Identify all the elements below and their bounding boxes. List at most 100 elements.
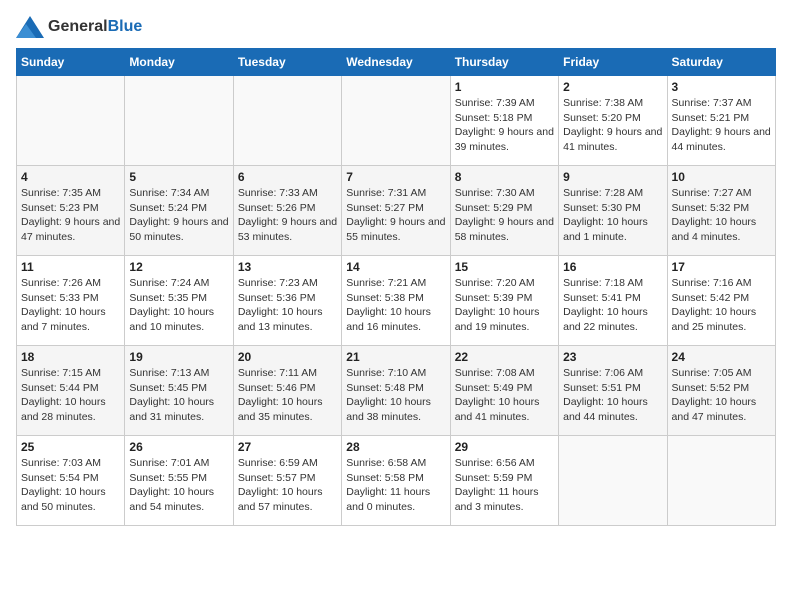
calendar-cell: 27 Sunrise: 6:59 AM Sunset: 5:57 PM Dayli… <box>233 436 341 526</box>
day-number: 5 <box>129 170 228 184</box>
calendar-cell: 29 Sunrise: 6:56 AM Sunset: 5:59 PM Dayli… <box>450 436 558 526</box>
day-info: Sunrise: 7:23 AM Sunset: 5:36 PM Dayligh… <box>238 276 337 335</box>
day-info: Sunrise: 7:13 AM Sunset: 5:45 PM Dayligh… <box>129 366 228 425</box>
calendar-cell <box>559 436 667 526</box>
day-number: 25 <box>21 440 120 454</box>
day-number: 2 <box>563 80 662 94</box>
calendar-cell: 6Sunrise: 7:33 AM Sunset: 5:26 PM Daylig… <box>233 166 341 256</box>
day-info: Sunrise: 7:08 AM Sunset: 5:49 PM Dayligh… <box>455 366 554 425</box>
day-number: 18 <box>21 350 120 364</box>
day-number: 13 <box>238 260 337 274</box>
day-info: Sunrise: 7:39 AM Sunset: 5:18 PM Dayligh… <box>455 96 554 155</box>
day-info: Sunrise: 7:05 AM Sunset: 5:52 PM Dayligh… <box>672 366 771 425</box>
day-number: 16 <box>563 260 662 274</box>
calendar-cell: 4 Sunrise: 7:35 AM Sunset: 5:23 PM Daylig… <box>17 166 125 256</box>
calendar-cell: 22 Sunrise: 7:08 AM Sunset: 5:49 PM Dayli… <box>450 346 558 436</box>
day-number: 4 <box>21 170 120 184</box>
calendar-week-row: 18 Sunrise: 7:15 AM Sunset: 5:44 PM Dayli… <box>17 346 776 436</box>
day-number: 12 <box>129 260 228 274</box>
day-info: Sunrise: 7:26 AM Sunset: 5:33 PM Dayligh… <box>21 276 120 335</box>
calendar-week-row: 11 Sunrise: 7:26 AM Sunset: 5:33 PM Dayli… <box>17 256 776 346</box>
calendar-cell: 24 Sunrise: 7:05 AM Sunset: 5:52 PM Dayli… <box>667 346 775 436</box>
weekday-header: Sunday <box>17 49 125 76</box>
day-number: 22 <box>455 350 554 364</box>
day-number: 28 <box>346 440 445 454</box>
day-number: 10 <box>672 170 771 184</box>
day-number: 3 <box>672 80 771 94</box>
calendar-cell: 13 Sunrise: 7:23 AM Sunset: 5:36 PM Dayli… <box>233 256 341 346</box>
calendar-cell: 20 Sunrise: 7:11 AM Sunset: 5:46 PM Dayli… <box>233 346 341 436</box>
day-info: Sunrise: 7:06 AM Sunset: 5:51 PM Dayligh… <box>563 366 662 425</box>
weekday-header: Monday <box>125 49 233 76</box>
logo-general: General <box>48 18 108 35</box>
day-info: Sunrise: 7:31 AM Sunset: 5:27 PM Dayligh… <box>346 186 445 245</box>
calendar-cell: 23 Sunrise: 7:06 AM Sunset: 5:51 PM Dayli… <box>559 346 667 436</box>
day-info: Sunrise: 7:11 AM Sunset: 5:46 PM Dayligh… <box>238 366 337 425</box>
calendar-cell: 21Sunrise: 7:10 AM Sunset: 5:48 PM Dayli… <box>342 346 450 436</box>
weekday-header: Tuesday <box>233 49 341 76</box>
logo-blue: Blue <box>108 18 143 35</box>
calendar-cell: 26 Sunrise: 7:01 AM Sunset: 5:55 PM Dayli… <box>125 436 233 526</box>
logo-icon <box>16 16 44 38</box>
day-info: Sunrise: 7:37 AM Sunset: 5:21 PM Dayligh… <box>672 96 771 155</box>
calendar-cell: 7 Sunrise: 7:31 AM Sunset: 5:27 PM Daylig… <box>342 166 450 256</box>
day-number: 1 <box>455 80 554 94</box>
calendar-cell <box>667 436 775 526</box>
calendar-cell: 12Sunrise: 7:24 AM Sunset: 5:35 PM Dayli… <box>125 256 233 346</box>
day-number: 27 <box>238 440 337 454</box>
calendar-cell: 18 Sunrise: 7:15 AM Sunset: 5:44 PM Dayli… <box>17 346 125 436</box>
day-number: 8 <box>455 170 554 184</box>
day-number: 11 <box>21 260 120 274</box>
day-info: Sunrise: 7:03 AM Sunset: 5:54 PM Dayligh… <box>21 456 120 515</box>
day-number: 29 <box>455 440 554 454</box>
day-info: Sunrise: 7:30 AM Sunset: 5:29 PM Dayligh… <box>455 186 554 245</box>
day-number: 21 <box>346 350 445 364</box>
calendar-cell <box>233 76 341 166</box>
weekday-header: Wednesday <box>342 49 450 76</box>
day-info: Sunrise: 7:34 AM Sunset: 5:24 PM Dayligh… <box>129 186 228 245</box>
day-number: 17 <box>672 260 771 274</box>
calendar-cell <box>342 76 450 166</box>
calendar-cell: 17 Sunrise: 7:16 AM Sunset: 5:42 PM Dayli… <box>667 256 775 346</box>
day-info: Sunrise: 6:56 AM Sunset: 5:59 PM Dayligh… <box>455 456 554 515</box>
calendar-cell <box>125 76 233 166</box>
day-info: Sunrise: 7:21 AM Sunset: 5:38 PM Dayligh… <box>346 276 445 335</box>
calendar-cell: 3 Sunrise: 7:37 AM Sunset: 5:21 PM Daylig… <box>667 76 775 166</box>
calendar-cell: 19 Sunrise: 7:13 AM Sunset: 5:45 PM Dayli… <box>125 346 233 436</box>
day-number: 19 <box>129 350 228 364</box>
day-number: 7 <box>346 170 445 184</box>
calendar-cell: 10 Sunrise: 7:27 AM Sunset: 5:32 PM Dayli… <box>667 166 775 256</box>
weekday-header-row: SundayMondayTuesdayWednesdayThursdayFrid… <box>17 49 776 76</box>
calendar-week-row: 4 Sunrise: 7:35 AM Sunset: 5:23 PM Daylig… <box>17 166 776 256</box>
calendar-cell: 5 Sunrise: 7:34 AM Sunset: 5:24 PM Daylig… <box>125 166 233 256</box>
calendar-week-row: 25 Sunrise: 7:03 AM Sunset: 5:54 PM Dayli… <box>17 436 776 526</box>
day-number: 9 <box>563 170 662 184</box>
weekday-header: Friday <box>559 49 667 76</box>
logo: GeneralBlue <box>16 16 142 38</box>
day-info: Sunrise: 7:20 AM Sunset: 5:39 PM Dayligh… <box>455 276 554 335</box>
calendar-cell: 14 Sunrise: 7:21 AM Sunset: 5:38 PM Dayli… <box>342 256 450 346</box>
day-number: 24 <box>672 350 771 364</box>
day-info: Sunrise: 7:15 AM Sunset: 5:44 PM Dayligh… <box>21 366 120 425</box>
day-info: Sunrise: 6:58 AM Sunset: 5:58 PM Dayligh… <box>346 456 445 515</box>
calendar-table: SundayMondayTuesdayWednesdayThursdayFrid… <box>16 48 776 526</box>
day-info: Sunrise: 7:16 AM Sunset: 5:42 PM Dayligh… <box>672 276 771 335</box>
day-info: Sunrise: 7:35 AM Sunset: 5:23 PM Dayligh… <box>21 186 120 245</box>
calendar-cell: 25 Sunrise: 7:03 AM Sunset: 5:54 PM Dayli… <box>17 436 125 526</box>
day-number: 6 <box>238 170 337 184</box>
weekday-header: Thursday <box>450 49 558 76</box>
day-number: 20 <box>238 350 337 364</box>
day-number: 23 <box>563 350 662 364</box>
calendar-cell: 28 Sunrise: 6:58 AM Sunset: 5:58 PM Dayli… <box>342 436 450 526</box>
day-info: Sunrise: 7:28 AM Sunset: 5:30 PM Dayligh… <box>563 186 662 245</box>
calendar-cell: 11 Sunrise: 7:26 AM Sunset: 5:33 PM Dayli… <box>17 256 125 346</box>
day-number: 14 <box>346 260 445 274</box>
day-info: Sunrise: 6:59 AM Sunset: 5:57 PM Dayligh… <box>238 456 337 515</box>
day-number: 26 <box>129 440 228 454</box>
calendar-cell: 2Sunrise: 7:38 AM Sunset: 5:20 PM Daylig… <box>559 76 667 166</box>
day-info: Sunrise: 7:01 AM Sunset: 5:55 PM Dayligh… <box>129 456 228 515</box>
day-info: Sunrise: 7:27 AM Sunset: 5:32 PM Dayligh… <box>672 186 771 245</box>
calendar-cell: 1 Sunrise: 7:39 AM Sunset: 5:18 PM Daylig… <box>450 76 558 166</box>
day-info: Sunrise: 7:18 AM Sunset: 5:41 PM Dayligh… <box>563 276 662 335</box>
calendar-cell <box>17 76 125 166</box>
